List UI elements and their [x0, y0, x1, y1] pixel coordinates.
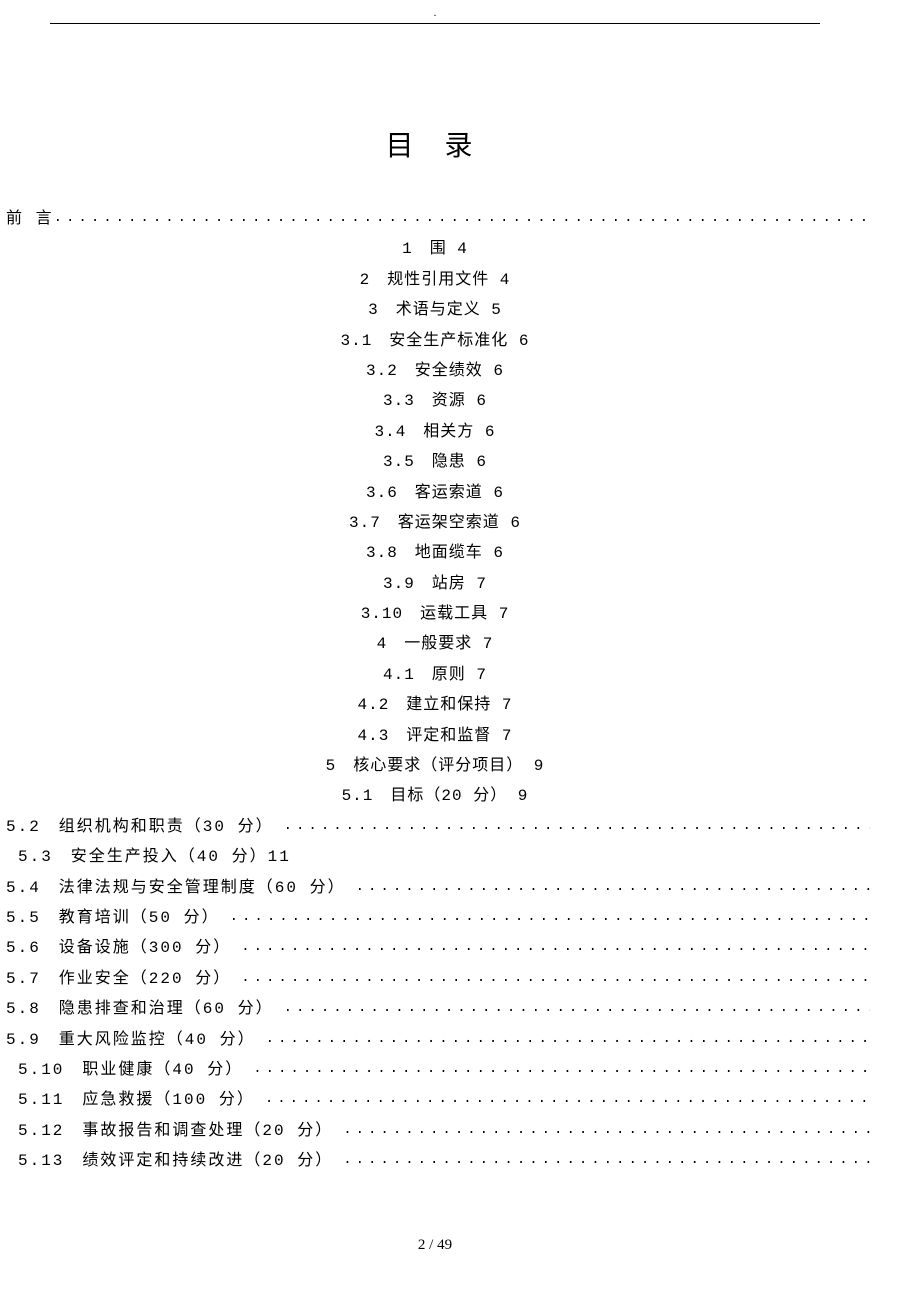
toc-entry: 5.9 重大风险监控（40 分） [0, 1025, 870, 1055]
toc-entry: 5.5 教育培训（50 分） [0, 903, 870, 933]
toc-label: 3.3 资源 6 [383, 386, 487, 416]
toc-label: 3.6 客运索道 6 [366, 478, 504, 508]
toc-dots [343, 1117, 870, 1144]
toc-left-block: 5.2 组织机构和职责（30 分） 5.3 安全生产投入（40 分）11 5.4… [0, 812, 870, 1177]
page: . 目 录 前 言 1 围 42 规性引用文件 43 术语与定义 53.1 安全… [0, 0, 920, 1294]
toc-label: 5.6 设备设施（300 分） [6, 933, 241, 963]
toc-label: 前 言 [6, 204, 54, 234]
toc-entry: 5.2 组织机构和职责（30 分） [0, 812, 870, 842]
toc-label: 1 围 4 [402, 234, 468, 264]
toc-centered-block: 1 围 42 规性引用文件 43 术语与定义 53.1 安全生产标准化 63.2… [0, 234, 870, 811]
toc-entry: 5 核心要求（评分项目） 9 [0, 751, 870, 781]
toc-label: 5.3 安全生产投入（40 分）11 [18, 842, 301, 872]
toc-label: 5 核心要求（评分项目） 9 [326, 751, 545, 781]
toc-label: 5.12 事故报告和调查处理（20 分） [18, 1116, 343, 1146]
toc-entry: 3.7 客运架空索道 6 [0, 508, 870, 538]
toc-entry: 5.6 设备设施（300 分） [0, 933, 870, 963]
toc-label: 5.2 组织机构和职责（30 分） [6, 812, 284, 842]
toc-dots [266, 1026, 870, 1053]
toc-label: 3.10 运载工具 7 [361, 599, 510, 629]
toc-label: 2 规性引用文件 4 [360, 265, 511, 295]
header-mark: . [0, 0, 870, 19]
toc-entry: 3 术语与定义 5 [0, 295, 870, 325]
toc-entry: 4.2 建立和保持 7 [0, 690, 870, 720]
toc-label: 3.1 安全生产标准化 6 [340, 326, 529, 356]
toc-label: 4.2 建立和保持 7 [357, 690, 512, 720]
toc-entry: 3.5 隐患 6 [0, 447, 870, 477]
toc-entry: 3.4 相关方 6 [0, 417, 870, 447]
toc-label: 3 术语与定义 5 [368, 295, 502, 325]
toc-label: 3.8 地面缆车 6 [366, 538, 504, 568]
toc-entry: 5.11 应急救援（100 分） [0, 1085, 870, 1115]
toc-entry-preface: 前 言 [0, 204, 870, 234]
toc-entry: 5.4 法律法规与安全管理制度（60 分） [0, 873, 870, 903]
toc-entry: 5.12 事故报告和调查处理（20 分） [0, 1116, 870, 1146]
toc-label: 3.5 隐患 6 [383, 447, 487, 477]
toc-label: 5.4 法律法规与安全管理制度（60 分） [6, 873, 356, 903]
toc-label: 3.9 站房 7 [383, 569, 487, 599]
toc-label: 5.10 职业健康（40 分） [18, 1055, 253, 1085]
toc-label: 5.11 应急救援（100 分） [18, 1085, 265, 1115]
toc-dots [253, 1056, 870, 1083]
toc-label: 5.9 重大风险监控（40 分） [6, 1025, 266, 1055]
toc-entry: 3.3 资源 6 [0, 386, 870, 416]
toc-entry: 3.2 安全绩效 6 [0, 356, 870, 386]
toc-entry: 5.13 绩效评定和持续改进（20 分） [0, 1146, 870, 1176]
toc-entry: 3.9 站房 7 [0, 569, 870, 599]
toc-entry: 2 规性引用文件 4 [0, 265, 870, 295]
toc-entry: 5.8 隐患排查和治理（60 分） [0, 994, 870, 1024]
toc-entry: 3.10 运载工具 7 [0, 599, 870, 629]
toc-entry: 3.8 地面缆车 6 [0, 538, 870, 568]
toc-entry: 3.1 安全生产标准化 6 [0, 326, 870, 356]
toc-label: 3.4 相关方 6 [374, 417, 495, 447]
toc-dots [284, 813, 870, 840]
toc-dots [241, 965, 870, 992]
toc-dots [356, 874, 870, 901]
toc-label: 3.2 安全绩效 6 [366, 356, 504, 386]
toc-label: 5.1 目标（20 分） 9 [342, 781, 529, 811]
toc-dots [230, 904, 870, 931]
toc-entry: 5.10 职业健康（40 分） [0, 1055, 870, 1085]
toc-dots [343, 1147, 870, 1174]
toc-label: 5.13 绩效评定和持续改进（20 分） [18, 1146, 343, 1176]
toc-entry: 1 围 4 [0, 234, 870, 264]
toc-label: 5.5 教育培训（50 分） [6, 903, 230, 933]
toc-label: 4 一般要求 7 [377, 629, 494, 659]
toc-entry: 5.1 目标（20 分） 9 [0, 781, 870, 811]
page-footer: 2 / 49 [0, 1237, 870, 1254]
toc-title: 目 录 [0, 124, 870, 164]
toc-entry: 4 一般要求 7 [0, 629, 870, 659]
toc-entry: 4.3 评定和监督 7 [0, 721, 870, 751]
toc-label: 3.7 客运架空索道 6 [349, 508, 521, 538]
toc-dots [54, 205, 870, 232]
toc-entry: 4.1 原则 7 [0, 660, 870, 690]
toc-dots [265, 1086, 870, 1113]
toc-dots [241, 934, 870, 961]
toc-label: 5.8 隐患排查和治理（60 分） [6, 994, 284, 1024]
toc-label: 4.3 评定和监督 7 [357, 721, 512, 751]
toc-label: 4.1 原则 7 [383, 660, 487, 690]
top-rule [50, 23, 820, 24]
toc-entry: 5.7 作业安全（220 分） [0, 964, 870, 994]
toc-entry: 5.3 安全生产投入（40 分）11 [0, 842, 870, 872]
toc-dots [284, 995, 870, 1022]
toc-label: 5.7 作业安全（220 分） [6, 964, 241, 994]
toc-entry: 3.6 客运索道 6 [0, 478, 870, 508]
